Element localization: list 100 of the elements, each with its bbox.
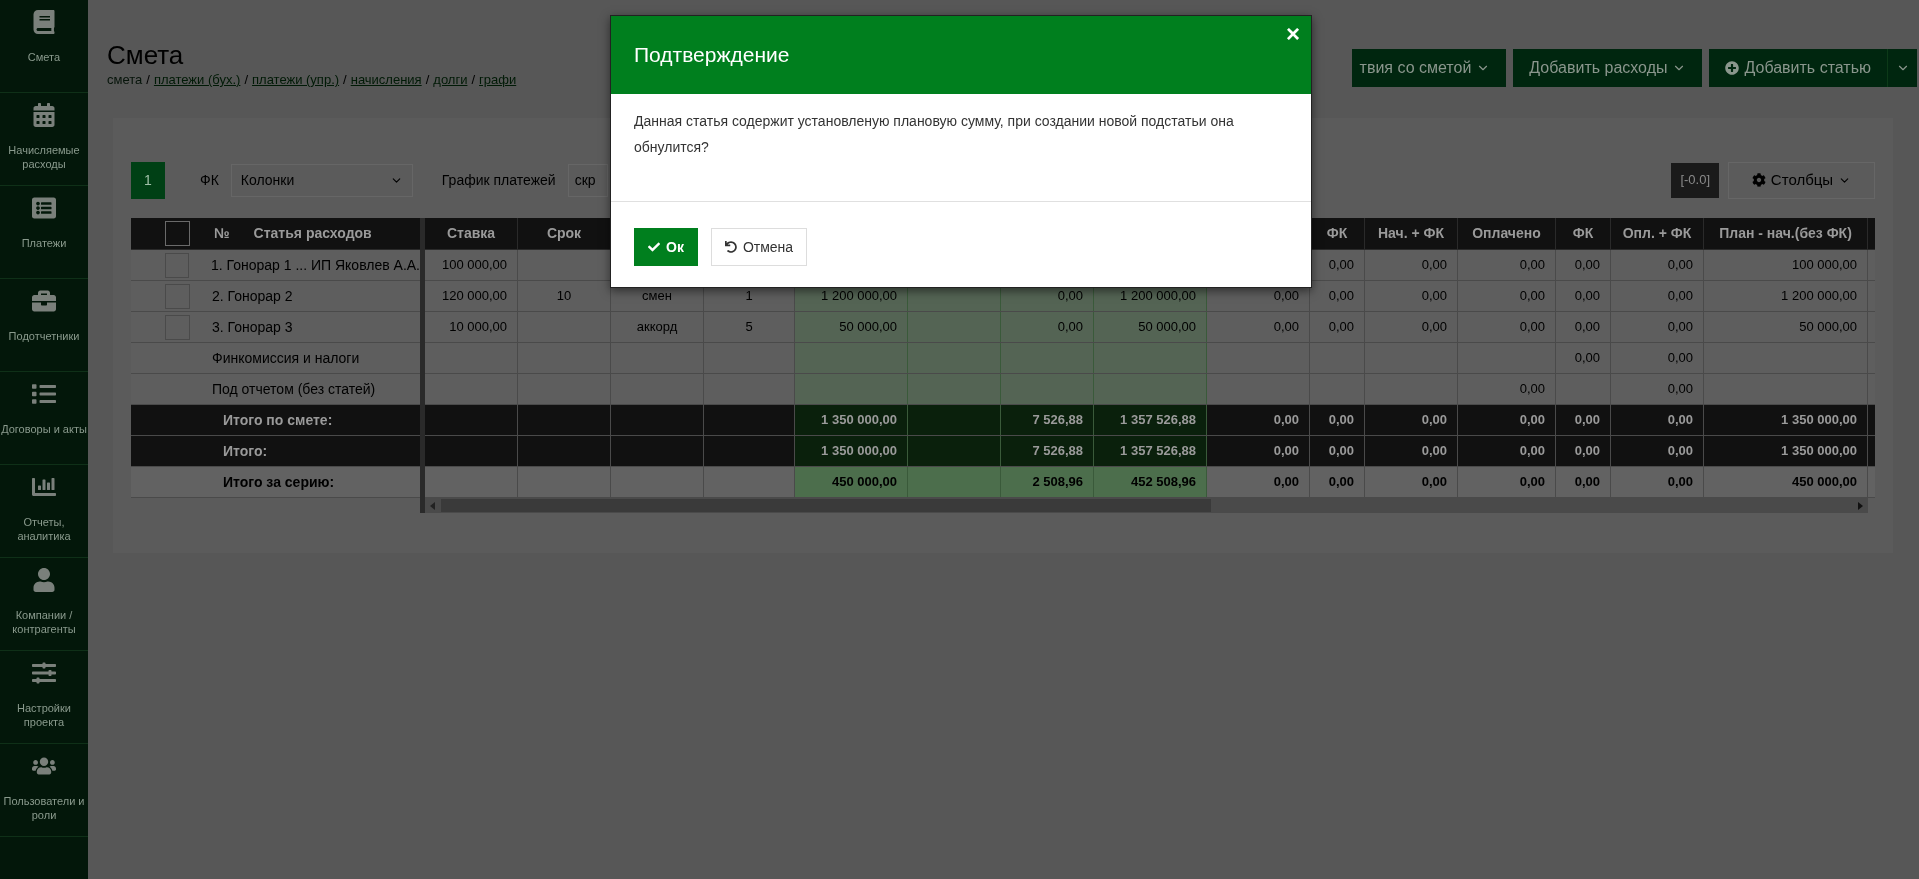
filter-label: График платежей <box>441 170 556 190</box>
item-name: Под отчетом (без статей) <box>212 379 376 399</box>
total-label: Итого за серию: <box>223 472 335 492</box>
sidebar-item[interactable]: Смета <box>0 0 88 93</box>
sidebar-label: Подотчетники <box>8 329 80 343</box>
sidebar-label: Начисляемые расходы <box>7 143 81 171</box>
breadcrumb-text: смета <box>107 71 143 89</box>
table-cell: 0,00 <box>1611 405 1704 435</box>
book-icon <box>32 10 56 34</box>
table-cell: 7 526,88 <box>1001 405 1094 435</box>
table-cell: 1 200 000,00 <box>1704 281 1868 311</box>
sidebar-label: Настройки проекта <box>16 701 72 729</box>
calendar-icon <box>32 103 56 127</box>
table-cell: 452 508,96 <box>1094 467 1207 497</box>
column-header: Ставка <box>446 224 496 243</box>
sidebar-item[interactable]: Платежи <box>0 186 88 279</box>
item-name: 3. Гонорар 3 <box>212 317 293 337</box>
sliders-icon <box>32 661 56 685</box>
sidebar-label: Договоры и акты <box>1 422 87 436</box>
table-cell: 100 000,00 <box>425 250 518 280</box>
table-cell: 0,00 <box>1310 436 1365 466</box>
table-cell: 0,00 <box>1365 312 1458 342</box>
scrollbar-thumb[interactable] <box>441 499 1211 512</box>
checkbox[interactable] <box>165 221 190 246</box>
columns-select[interactable]: Колонки <box>230 163 413 197</box>
breadcrumb-separator: / <box>425 71 430 89</box>
ok-button[interactable]: Ок <box>634 228 698 266</box>
toolbar-button[interactable]: Добавить расходы <box>1513 49 1703 87</box>
table-cell: 0,00 <box>1611 436 1704 466</box>
breadcrumb-separator: / <box>343 71 347 89</box>
table-cell: 1 357 526,88 <box>1094 405 1207 435</box>
table-cell: 7 526,88 <box>1001 436 1094 466</box>
table-cell: 0,00 <box>1458 250 1556 280</box>
total-label: Итого: <box>223 441 268 461</box>
table-cell: 0,00 <box>1556 250 1611 280</box>
check-icon <box>648 241 660 253</box>
table-cell: 0,00 <box>1611 312 1704 342</box>
briefcase-icon <box>32 289 56 313</box>
close-button[interactable]: × <box>1286 20 1300 48</box>
item-name: 1. Гонорар 1 ... ИП Яковлев А.А. <box>210 255 420 275</box>
page-number[interactable]: 1 <box>131 161 165 199</box>
sidebar-item[interactable]: Настройки проекта <box>0 651 88 744</box>
breadcrumb-separator: / <box>471 71 476 89</box>
breadcrumb-separator: / <box>244 71 248 89</box>
table-cell: 1 350 000,00 <box>1704 405 1868 435</box>
sidebar-label: Отчеты, аналитика <box>16 515 72 543</box>
toolbar-button[interactable]: твия со сметой <box>1351 49 1507 87</box>
column-header: ФК <box>1326 224 1348 243</box>
sidebar-item[interactable]: Начисляемые расходы <box>0 93 88 186</box>
table-cell: 50 000,00 <box>795 312 908 342</box>
table-cell: 0,00 <box>1365 281 1458 311</box>
item-name: 2. Гонорар 2 <box>212 286 293 306</box>
table-cell: 0,00 <box>1365 405 1458 435</box>
sidebar-item[interactable]: Отчеты, аналитика <box>0 465 88 558</box>
table-cell: 450 000,00 <box>795 467 908 497</box>
page-title: Смета <box>107 40 185 70</box>
sidebar-item[interactable]: Пользователи и роли <box>0 744 88 837</box>
table-cell: 1 357 526,88 <box>1094 436 1207 466</box>
sidebar-label: Платежи <box>21 236 67 250</box>
table-cell: 0,00 <box>1556 467 1611 497</box>
sidebar-label: Пользователи и роли <box>2 794 86 822</box>
list-icon <box>32 196 56 220</box>
sidebar-item[interactable]: Компании / контрагенты <box>0 558 88 651</box>
table-cell: 0,00 <box>1556 281 1611 311</box>
sidebar-item[interactable]: Подотчетники <box>0 279 88 372</box>
scroll-left-icon[interactable] <box>429 501 437 510</box>
user-icon <box>32 568 56 592</box>
table-cell: 0,00 <box>1556 405 1611 435</box>
table-cell: 0,00 <box>1001 312 1094 342</box>
table-cell: 0,00 <box>1556 436 1611 466</box>
value-badge: [-0.0] <box>1671 162 1719 198</box>
table-cell: 0,00 <box>1611 467 1704 497</box>
table-cell: 1 350 000,00 <box>795 405 908 435</box>
column-header: ФК <box>1572 224 1594 243</box>
column-header: Оплачено <box>1472 224 1541 243</box>
sidebar-item[interactable]: Договоры и акты <box>0 372 88 465</box>
dialog-title: Подтверждение <box>634 42 790 69</box>
scroll-right-icon[interactable] <box>1856 501 1864 510</box>
horizontal-scrollbar[interactable] <box>425 498 1868 513</box>
table-cell: 0,00 <box>1207 436 1310 466</box>
table-cell: 1 350 000,00 <box>1704 436 1868 466</box>
table-cell: 0,00 <box>1310 312 1365 342</box>
breadcrumb-separator: / <box>146 71 150 89</box>
table-cell: 0,00 <box>1365 467 1458 497</box>
list-icon <box>32 382 56 406</box>
table-cell: 0,00 <box>1611 343 1704 373</box>
schedule-select[interactable]: скр <box>567 163 608 197</box>
table-cell: 0,00 <box>1556 312 1611 342</box>
column-header: Нач. + ФК <box>1378 224 1444 243</box>
table-cell: 50 000,00 <box>1094 312 1207 342</box>
column-header: План - нач.(без ФК) <box>1719 224 1852 243</box>
table-cell: 0,00 <box>1310 467 1365 497</box>
cancel-button[interactable]: Отмена <box>710 228 808 266</box>
bar-chart-icon <box>32 475 56 499</box>
table-cell: 10 000,00 <box>425 312 518 342</box>
table-cell: 0,00 <box>1458 436 1556 466</box>
table-cell: 0,00 <box>1458 405 1556 435</box>
columns-button[interactable]: Столбцы <box>1728 161 1875 199</box>
undo-icon <box>724 241 737 253</box>
sidebar-label: Смета <box>27 50 61 64</box>
